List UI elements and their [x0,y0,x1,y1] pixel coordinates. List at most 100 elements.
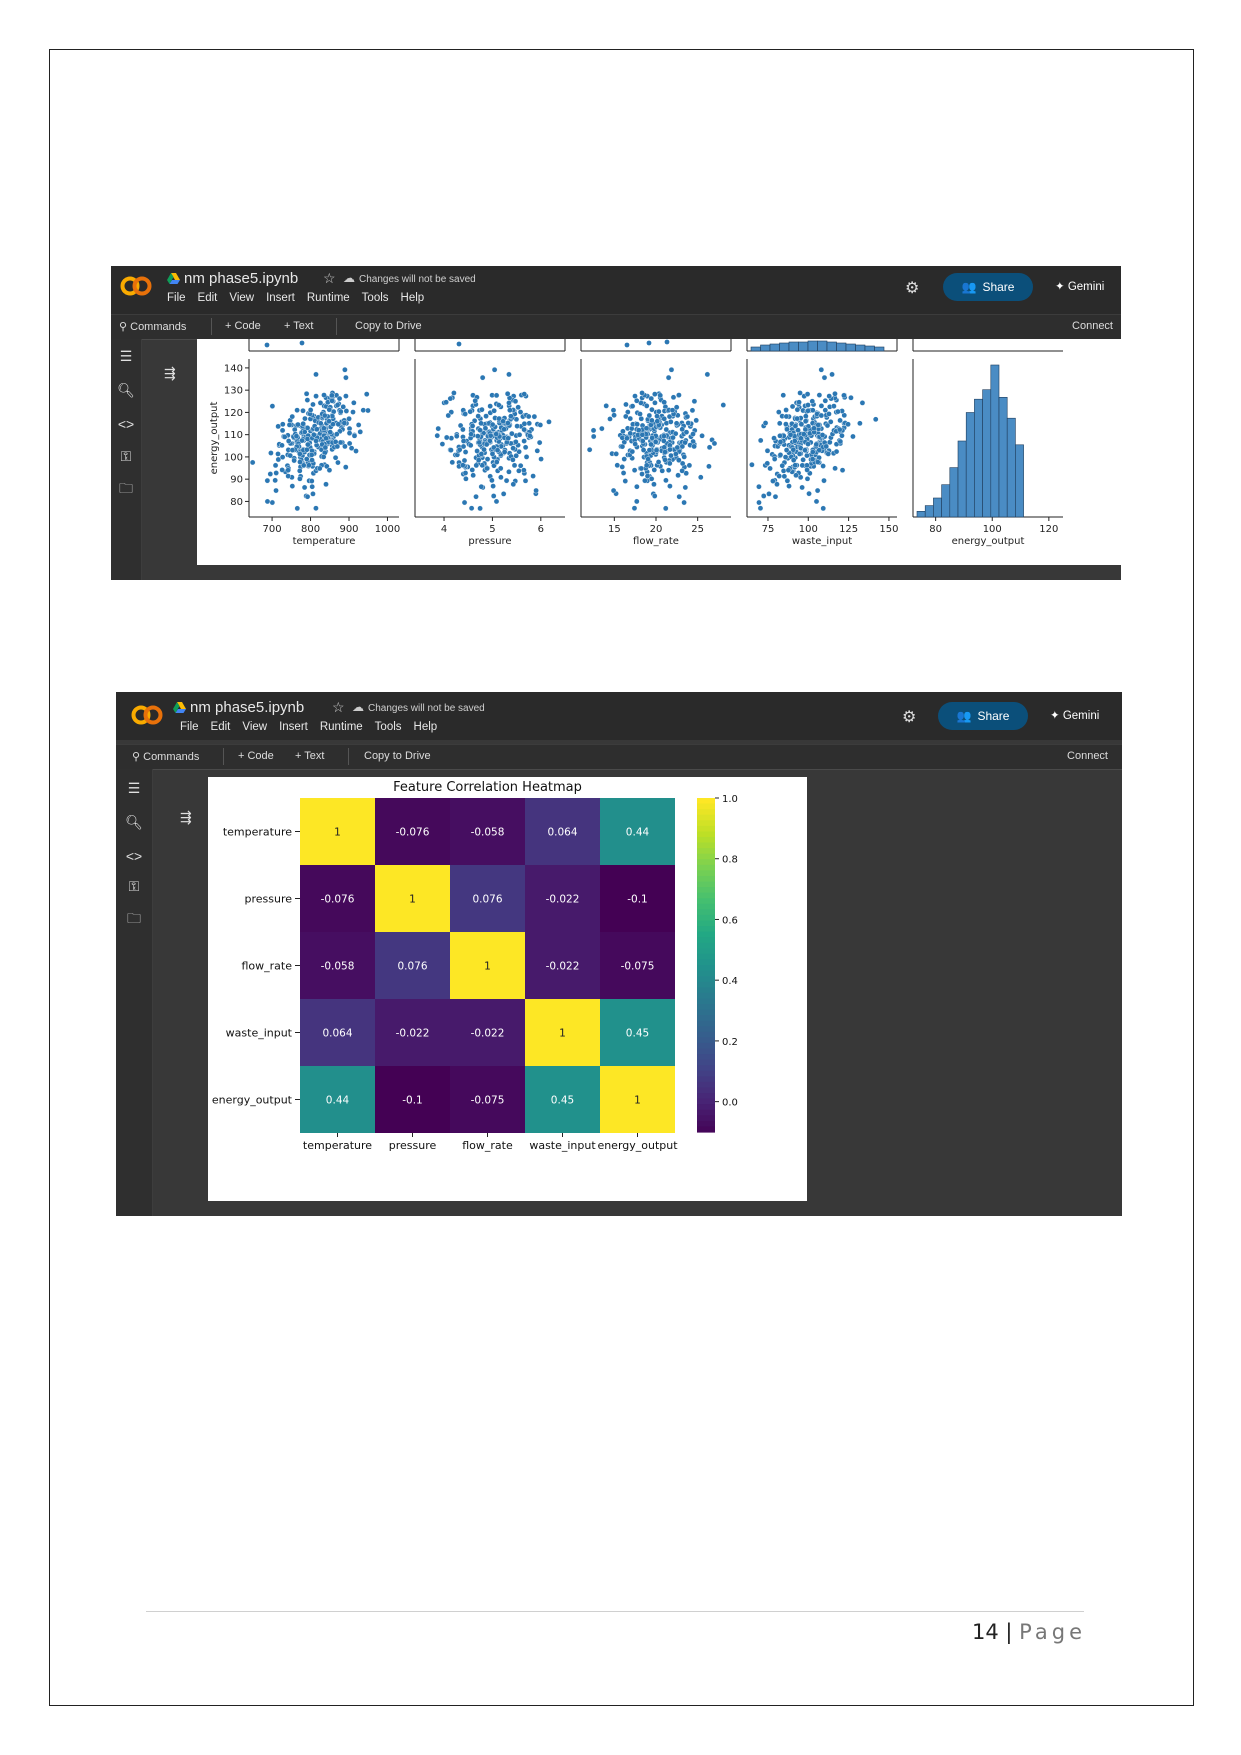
scatter-point [494,447,501,454]
scatter-point [275,451,281,457]
notebook-title[interactable]: nm phase5.ipynb [167,270,298,287]
scatter-point [463,476,469,482]
commands-button[interactable]: ⚲ Commands [119,320,186,333]
scatter-point [662,456,668,463]
gemini-button[interactable]: ✦ Gemini [1050,708,1099,722]
menu-view[interactable]: View [229,292,254,304]
scatter-point [281,434,288,440]
scatter-point [310,491,316,497]
scatter-point [859,400,866,406]
toc-icon[interactable]: ☰ [117,347,135,365]
menu-insert[interactable]: Insert [266,292,295,304]
scatter-point [682,484,689,491]
y-tick-label: waste_input [226,1027,293,1040]
add-text-button[interactable]: + Text [284,320,313,332]
scatter-point [653,447,660,454]
y-tick-label: 80 [230,497,243,508]
share-button[interactable]: 👥 Share [943,273,1033,301]
secrets-key-icon[interactable]: ⚿ [125,877,143,895]
scatter-point [637,411,643,417]
scatter-point [667,446,673,453]
scatter-point [511,462,518,469]
scatter-point [639,438,646,444]
commands-button[interactable]: ⚲ Commands [132,750,199,763]
scatter-point [784,426,790,433]
colorbar-segment [697,987,715,994]
output-toggle-icon[interactable]: ⇶ [164,365,176,382]
toc-icon[interactable]: ☰ [125,779,143,797]
menu-file[interactable]: File [180,721,199,733]
scatter-point [506,371,512,378]
scatter-point [264,498,271,505]
star-icon[interactable]: ☆ [332,699,345,716]
menu-edit[interactable]: Edit [211,721,231,733]
menu-insert[interactable]: Insert [279,721,308,733]
scatter-point [501,426,507,433]
x-axis-label: waste_input [792,536,852,547]
scatter-point [620,470,627,476]
heatmap-cell-label: -0.022 [396,1028,430,1040]
notebook-title[interactable]: nm phase5.ipynb [173,699,304,716]
find-icon[interactable]: 🔍︎ [125,813,143,831]
scatter-point [685,420,692,426]
code-snippets-icon[interactable]: <> [117,415,135,433]
copy-to-drive-button[interactable]: Copy to Drive [364,750,431,762]
settings-gear-icon[interactable]: ⚙ [905,278,919,298]
scatter-point [791,438,798,444]
scatter-point [456,341,462,347]
scatter-point [793,472,799,479]
scatter-point [586,446,593,453]
add-code-button[interactable]: + Code [238,750,274,762]
heatmap-cell-label: 0.44 [626,827,650,839]
scatter-point [757,505,764,512]
heatmap-cell-label: -0.076 [396,827,430,839]
menu-help[interactable]: Help [414,721,438,733]
star-icon[interactable]: ☆ [323,270,336,287]
scatter-point [720,402,727,408]
scatter-point [794,406,801,413]
scatter-point [662,505,669,512]
scatter-point [346,430,353,436]
scatter-point [803,413,809,419]
histogram-bar [974,398,983,518]
files-folder-icon[interactable]: 🗀 [117,479,135,497]
gemini-button[interactable]: ✦ Gemini [1055,279,1104,293]
secrets-key-icon[interactable]: ⚿ [117,447,135,465]
colorbar-segment [697,1109,715,1116]
scatter-point [633,397,640,404]
scatter-point [351,400,357,406]
scatter-point [835,408,841,415]
menu-help[interactable]: Help [401,292,425,304]
find-icon[interactable]: 🔍︎ [117,381,135,399]
add-text-button[interactable]: + Text [295,750,324,762]
colorbar-segment [697,981,715,988]
menu-tools[interactable]: Tools [375,721,402,733]
page-word: Page [1019,1620,1086,1644]
colorbar-segment [697,937,715,944]
scatter-point [872,416,879,423]
colorbar-segment [697,953,715,961]
connect-button[interactable]: Connect [1072,320,1113,332]
menu-tools[interactable]: Tools [362,292,389,304]
menu-edit[interactable]: Edit [198,292,218,304]
settings-gear-icon[interactable]: ⚙ [902,707,916,727]
scatter-point [832,465,838,472]
output-toggle-icon[interactable]: ⇶ [180,809,192,826]
menu-view[interactable]: View [242,721,267,733]
connect-button[interactable]: Connect [1067,750,1108,762]
menu-runtime[interactable]: Runtime [307,292,350,304]
scatter-point [475,457,482,463]
copy-to-drive-button[interactable]: Copy to Drive [355,320,422,332]
scatter-point [297,459,303,465]
menu-runtime[interactable]: Runtime [320,721,363,733]
code-snippets-icon[interactable]: <> [125,847,143,865]
share-button[interactable]: 👥 Share [938,702,1028,730]
histogram-bar [990,364,1000,518]
scatter-point [269,403,276,409]
menu-file[interactable]: File [167,292,186,304]
scatter-point [478,451,485,457]
files-folder-icon[interactable]: 🗀 [125,909,143,927]
scatter-point [355,422,362,428]
scatter-point [264,477,271,484]
add-code-button[interactable]: + Code [225,320,261,332]
